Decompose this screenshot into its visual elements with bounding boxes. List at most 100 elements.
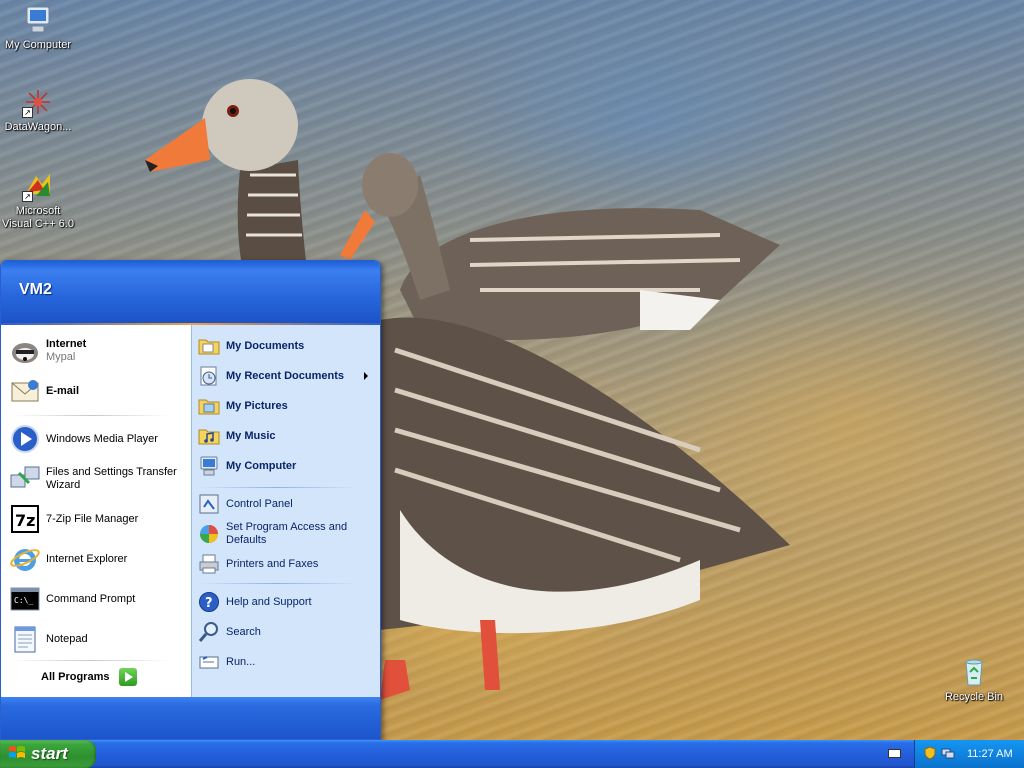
- setting-printers-faxes[interactable]: Printers and Faxes: [198, 553, 376, 575]
- start-menu-footer: [1, 697, 380, 739]
- place-label: My Music: [226, 429, 276, 442]
- run-icon: [198, 651, 220, 673]
- program-label: 7-Zip File Manager: [46, 512, 139, 525]
- program-internet-explorer[interactable]: Internet Explorer: [9, 543, 185, 575]
- program-notepad[interactable]: Notepad: [9, 623, 185, 655]
- start-label: start: [31, 744, 68, 763]
- help-label: Search: [226, 625, 261, 638]
- svg-text:7z: 7z: [15, 511, 35, 530]
- setting-label: Control Panel: [226, 497, 293, 510]
- search-icon: [198, 621, 220, 643]
- start-menu-programs-pane: Internet Mypal E-mail Windows Media Play…: [1, 325, 191, 699]
- place-label: My Recent Documents: [226, 369, 344, 382]
- shortcut-arrow-icon: ↗: [22, 191, 33, 202]
- visual-cpp-icon: ↗: [22, 170, 54, 202]
- pinned-internet-sublabel: Mypal: [46, 351, 76, 363]
- network-icon[interactable]: [941, 746, 955, 763]
- place-label: My Pictures: [226, 399, 288, 412]
- place-my-recent-documents[interactable]: My Recent Documents: [198, 365, 376, 387]
- pinned-internet[interactable]: Internet Mypal: [9, 335, 185, 367]
- setting-control-panel[interactable]: Control Panel: [198, 493, 376, 515]
- desktop-icon-label: Recycle Bin: [944, 691, 1004, 703]
- security-shield-icon[interactable]: [923, 745, 937, 763]
- separator: [11, 415, 171, 416]
- green-arrow-icon: [119, 668, 138, 686]
- pinned-email[interactable]: E-mail: [9, 375, 185, 407]
- help-label: Run...: [226, 655, 256, 668]
- my-computer-icon: [22, 4, 54, 36]
- wallpaper-goose-front: [380, 317, 790, 700]
- all-programs-label: All Programs: [41, 671, 110, 683]
- taskbar: start 11:27 AM: [0, 740, 1024, 768]
- my-computer-icon: [198, 455, 220, 477]
- windows-logo-icon: [8, 744, 26, 765]
- pinned-email-label: E-mail: [46, 384, 80, 397]
- help-label: Help and Support: [226, 595, 312, 608]
- start-menu-header: VM2: [1, 261, 380, 325]
- recycle-bin-icon: [958, 656, 990, 688]
- program-access-icon: [198, 523, 220, 545]
- place-my-computer[interactable]: My Computer: [198, 455, 376, 477]
- datawagon-icon: ↗: [22, 86, 54, 118]
- program-7zip[interactable]: 7z 7-Zip File Manager: [9, 503, 185, 535]
- program-label: Notepad: [46, 632, 88, 645]
- program-label: Command Prompt: [46, 592, 136, 605]
- start-button[interactable]: start: [0, 740, 96, 768]
- program-label: Internet Explorer: [46, 552, 128, 565]
- user-name: VM2: [19, 281, 52, 298]
- wallpaper-goose-middle: [340, 153, 780, 340]
- help-and-support[interactable]: ? Help and Support: [198, 591, 376, 613]
- folder-icon: [198, 395, 220, 417]
- pinned-internet-label: Internet: [46, 338, 87, 350]
- place-my-music[interactable]: My Music: [198, 425, 376, 447]
- program-windows-media-player[interactable]: Windows Media Player: [9, 423, 185, 455]
- start-menu-places-pane: My Documents My Recent Documents My Pict…: [191, 325, 380, 699]
- svg-text:C:\_: C:\_: [14, 596, 33, 605]
- separator: [198, 487, 358, 488]
- svg-text:?: ?: [205, 596, 213, 611]
- folder-icon: [198, 335, 220, 357]
- start-menu-body: Internet Mypal E-mail Windows Media Play…: [1, 325, 380, 699]
- recent-documents-icon: [198, 365, 220, 387]
- help-icon: ?: [198, 591, 220, 613]
- desktop-icon-label: Microsoft Visual C++ 6.0: [2, 205, 74, 230]
- desktop-icon-label: My Computer: [4, 39, 72, 51]
- desktop-icon-my-computer[interactable]: My Computer: [0, 4, 76, 52]
- mypal-icon: [9, 335, 41, 367]
- setting-label: Printers and Faxes: [226, 557, 319, 570]
- desktop-icon-visual-cpp[interactable]: ↗ Microsoft Visual C++ 6.0: [0, 170, 76, 231]
- search[interactable]: Search: [198, 621, 376, 643]
- command-prompt-icon: C:\_: [9, 583, 41, 615]
- setting-program-access[interactable]: Set Program Access and Defaults: [198, 521, 376, 547]
- internet-explorer-icon: [9, 543, 41, 575]
- desktop-icon-recycle-bin[interactable]: Recycle Bin: [936, 656, 1012, 704]
- program-command-prompt[interactable]: C:\_ Command Prompt: [9, 583, 185, 615]
- program-files-settings-transfer[interactable]: Files and Settings Transfer Wizard: [9, 463, 185, 495]
- place-label: My Computer: [226, 459, 297, 472]
- program-label: Windows Media Player: [46, 432, 158, 445]
- printer-icon: [198, 553, 220, 575]
- submenu-arrow-icon: [364, 372, 368, 380]
- place-label: My Documents: [226, 339, 305, 352]
- keyboard-layout-icon[interactable]: [888, 749, 901, 758]
- media-player-icon: [9, 423, 41, 455]
- transfer-wizard-icon: [9, 463, 41, 495]
- desktop-icon-datawagon[interactable]: ↗ DataWagon...: [0, 86, 76, 134]
- system-tray: 11:27 AM: [914, 740, 1024, 768]
- separator: [11, 660, 171, 661]
- desktop-icon-label: DataWagon...: [4, 121, 72, 133]
- shortcut-arrow-icon: ↗: [22, 107, 33, 118]
- all-programs-button[interactable]: All Programs: [41, 668, 138, 686]
- place-my-documents[interactable]: My Documents: [198, 335, 376, 357]
- 7zip-icon: 7z: [9, 503, 41, 535]
- separator: [198, 583, 358, 584]
- start-menu: VM2 Internet Mypal E-mail Windows Media …: [0, 260, 381, 740]
- control-panel-icon: [198, 493, 220, 515]
- folder-icon: [198, 425, 220, 447]
- program-label: Files and Settings Transfer Wizard: [46, 466, 177, 491]
- place-my-pictures[interactable]: My Pictures: [198, 395, 376, 417]
- clock[interactable]: 11:27 AM: [967, 748, 1013, 760]
- notepad-icon: [9, 623, 41, 655]
- run[interactable]: Run...: [198, 651, 376, 673]
- email-icon: [9, 375, 41, 407]
